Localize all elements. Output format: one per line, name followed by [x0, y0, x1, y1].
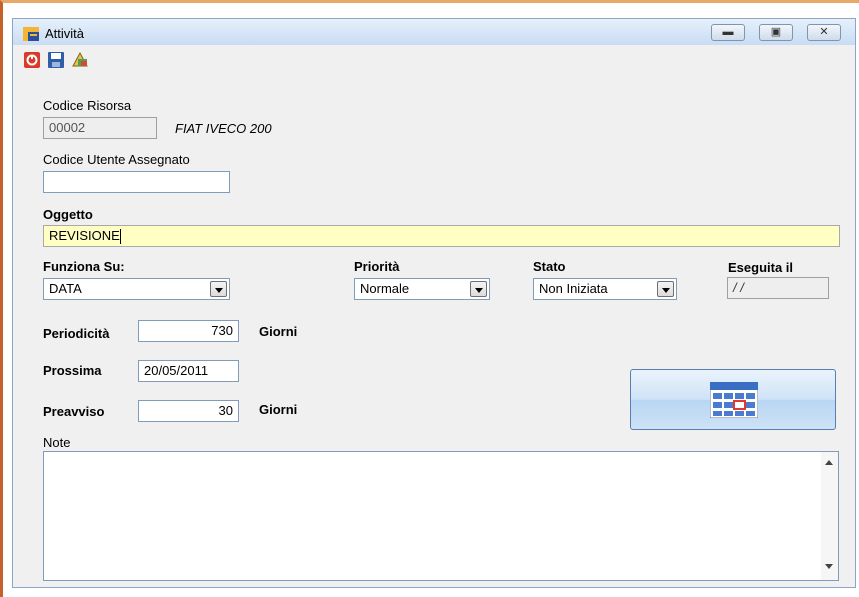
app-icon	[23, 27, 39, 41]
maximize-icon: ▣	[770, 26, 782, 38]
priorita-label: Priorità	[354, 259, 400, 274]
stato-value: Non Iniziata	[539, 281, 608, 296]
periodicita-field[interactable]: 730	[138, 320, 239, 342]
oggetto-label: Oggetto	[43, 207, 93, 222]
prossima-label: Prossima	[43, 363, 102, 378]
calendar-icon	[710, 382, 758, 418]
note-textarea[interactable]	[43, 451, 839, 581]
stato-dropdown[interactable]: Non Iniziata	[533, 278, 677, 300]
funziona-su-dropdown[interactable]: DATA	[43, 278, 230, 300]
close-red-icon[interactable]	[23, 51, 41, 69]
title-bar: Attività ▬ ▣ ✕	[13, 19, 855, 45]
oggetto-field[interactable]: REVISIONE	[43, 225, 840, 247]
priorita-value: Normale	[360, 281, 410, 296]
codice-risorsa-field[interactable]: 00002	[43, 117, 157, 139]
toolbar	[13, 47, 855, 73]
eseguita-il-field[interactable]: / /	[727, 277, 829, 299]
preavviso-label: Preavviso	[43, 404, 105, 419]
prossima-field[interactable]: 20/05/2011	[138, 360, 239, 382]
close-icon: ✕	[819, 26, 829, 38]
calendar-button[interactable]	[630, 369, 836, 430]
funziona-su-label: Funziona Su:	[43, 259, 125, 274]
note-label: Note	[43, 435, 71, 450]
funziona-su-dropdown-button[interactable]	[210, 281, 227, 297]
eseguita-il-label: Eseguita il	[728, 260, 794, 275]
maximize-button[interactable]: ▣	[759, 24, 793, 41]
chevron-down-icon	[662, 288, 670, 293]
scroll-up-icon[interactable]	[825, 460, 833, 465]
priorita-dropdown[interactable]: Normale	[354, 278, 490, 300]
save-icon[interactable]	[47, 51, 65, 69]
periodicita-unit: Giorni	[259, 324, 298, 339]
codice-risorsa-label: Codice Risorsa	[43, 98, 132, 113]
risorsa-description: FIAT IVECO 200	[175, 121, 272, 136]
oggetto-value: REVISIONE	[49, 228, 120, 243]
preavviso-unit: Giorni	[259, 402, 298, 417]
stato-label: Stato	[533, 259, 566, 274]
chevron-down-icon	[215, 288, 223, 293]
text-caret	[119, 229, 121, 245]
minimize-button[interactable]: ▬	[711, 24, 745, 41]
attivita-window: Attività ▬ ▣ ✕ Codice Risorsa 00002 FIAT…	[12, 18, 856, 588]
stato-dropdown-button[interactable]	[657, 281, 674, 297]
codice-utente-label: Codice Utente Assegnato	[43, 152, 190, 167]
minimize-icon: ▬	[722, 26, 734, 38]
clear-icon[interactable]	[71, 51, 89, 69]
preavviso-field[interactable]: 30	[138, 400, 239, 422]
periodicita-label: Periodicità	[43, 326, 110, 341]
chevron-down-icon	[475, 288, 483, 293]
close-window-button[interactable]: ✕	[807, 24, 841, 41]
priorita-dropdown-button[interactable]	[470, 281, 487, 297]
codice-utente-field[interactable]	[43, 171, 230, 193]
funziona-su-value: DATA	[49, 281, 82, 296]
window-title: Attività	[45, 26, 85, 41]
scroll-down-icon[interactable]	[825, 564, 833, 569]
note-scrollbar[interactable]	[821, 452, 838, 580]
